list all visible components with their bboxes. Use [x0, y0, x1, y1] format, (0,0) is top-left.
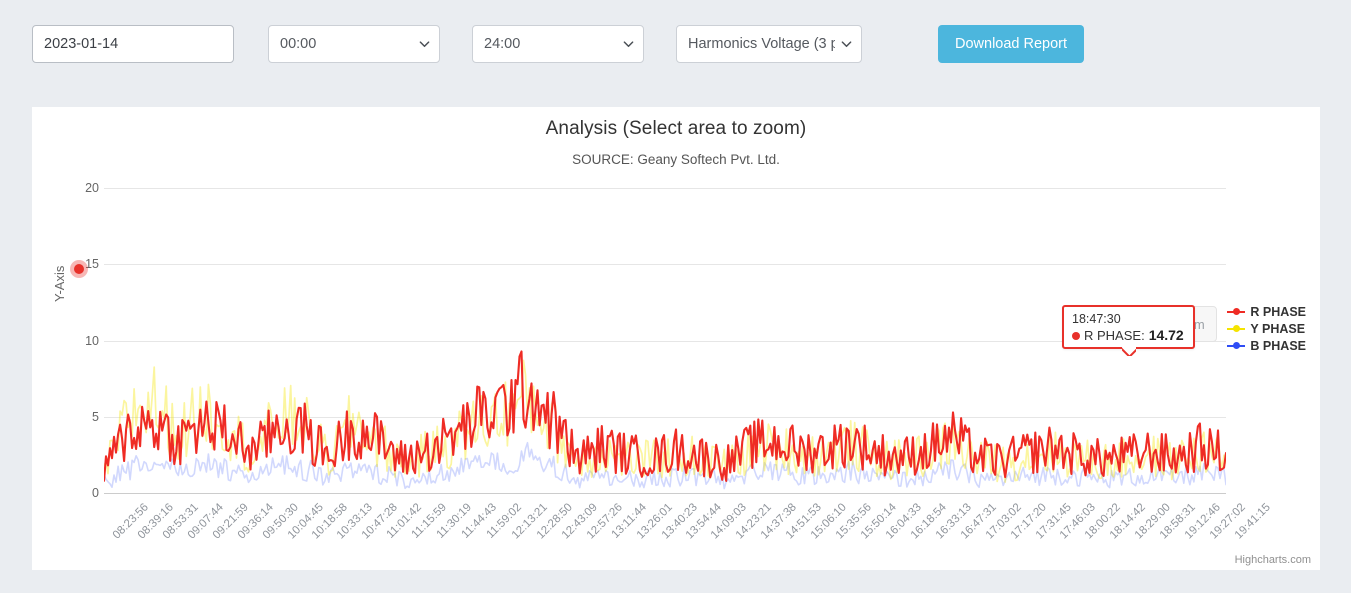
highcharts-credit[interactable]: Highcharts.com — [1235, 554, 1311, 566]
series-color-dot-icon — [1072, 332, 1080, 340]
legend-item-y-phase[interactable]: Y PHASE — [1227, 322, 1306, 336]
chart-title: Analysis (Select area to zoom) — [32, 118, 1320, 140]
tooltip-arrow — [1122, 347, 1136, 356]
legend-label: B PHASE — [1250, 339, 1306, 353]
y-axis-tick-label: 20 — [85, 181, 99, 195]
y-axis-title: Y-Axis — [52, 266, 67, 302]
legend-item-b-phase[interactable]: B PHASE — [1227, 339, 1306, 353]
tooltip-value: 14.72 — [1149, 327, 1184, 344]
end-time-select[interactable]: 24:00 — [472, 25, 644, 63]
filter-toolbar: 2023-01-14 00:00 24:00 Harmonics Voltage… — [0, 0, 1351, 92]
download-report-label: Download Report — [955, 36, 1067, 52]
y-axis-tick-label: 10 — [85, 334, 99, 348]
chevron-down-icon — [419, 39, 430, 50]
chart-subtitle: SOURCE: Geany Softech Pvt. Ltd. — [32, 152, 1320, 167]
legend-symbol-icon — [1227, 324, 1245, 334]
point-marker-icon — [74, 264, 84, 274]
chart-card: Analysis (Select area to zoom) SOURCE: G… — [32, 107, 1320, 570]
parameter-value: Harmonics Voltage (3 p — [688, 36, 835, 52]
date-input[interactable]: 2023-01-14 — [32, 25, 234, 63]
y-axis-tick-label: 5 — [92, 410, 99, 424]
page-root: 2023-01-14 00:00 24:00 Harmonics Voltage… — [0, 0, 1351, 593]
start-time-select[interactable]: 00:00 — [268, 25, 440, 63]
chart-tooltip: 18:47:30 R PHASE: 14.72 — [1062, 305, 1195, 349]
legend-label: R PHASE — [1250, 305, 1306, 319]
tooltip-time: 18:47:30 — [1072, 312, 1185, 326]
y-axis-tick-label: 0 — [92, 486, 99, 500]
legend-label: Y PHASE — [1250, 322, 1305, 336]
date-input-value: 2023-01-14 — [44, 36, 222, 52]
start-time-value: 00:00 — [280, 36, 413, 52]
end-time-value: 24:00 — [484, 36, 617, 52]
legend-symbol-icon — [1227, 341, 1245, 351]
chevron-down-icon — [841, 39, 852, 50]
legend-item-r-phase[interactable]: R PHASE — [1227, 305, 1306, 319]
x-axis-ticks: 08:23:5608:39:1608:53:3109:07:4409:21:59… — [104, 495, 1226, 575]
highlighted-data-point[interactable] — [70, 260, 88, 278]
tooltip-series-row: R PHASE: 14.72 — [1072, 327, 1185, 344]
plot-area[interactable]: 05101520 — [104, 188, 1226, 493]
legend-symbol-icon — [1227, 307, 1245, 317]
series-lines — [104, 188, 1226, 493]
download-report-button[interactable]: Download Report — [938, 25, 1084, 63]
chevron-down-icon — [623, 39, 634, 50]
parameter-select[interactable]: Harmonics Voltage (3 p — [676, 25, 862, 63]
x-axis-line — [104, 493, 1226, 494]
chart-legend: R PHASE Y PHASE B PHASE — [1227, 305, 1306, 353]
tooltip-series-name: R PHASE: — [1084, 327, 1145, 344]
